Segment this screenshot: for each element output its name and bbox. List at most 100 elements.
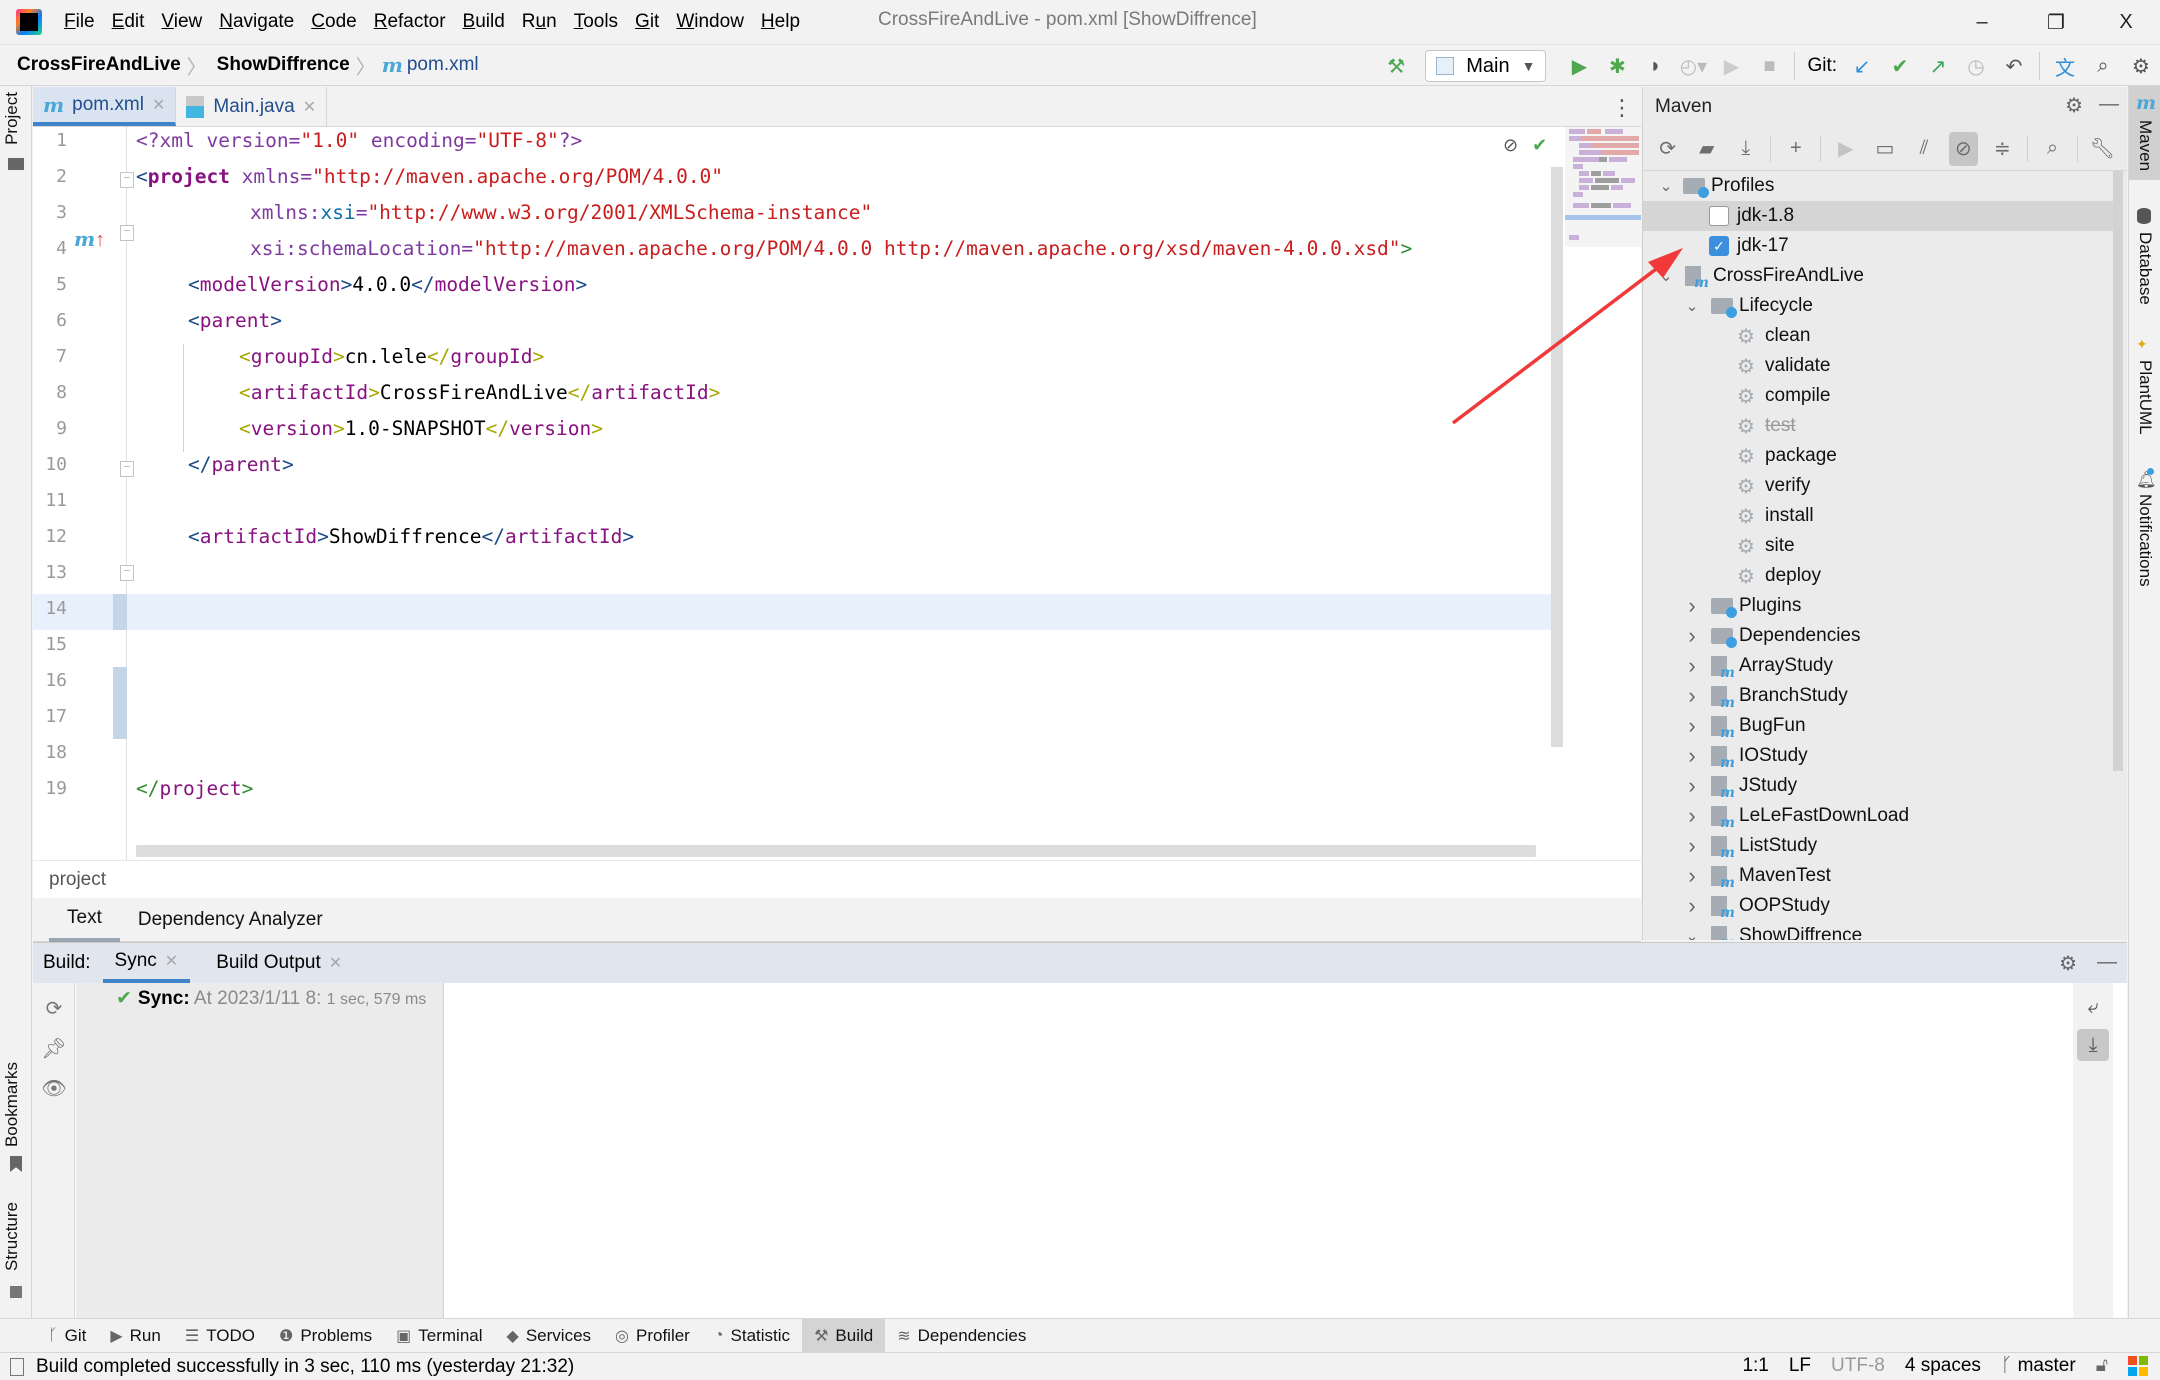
- maven-tree-item[interactable]: › Plugins: [1643, 591, 2113, 621]
- maven-tool-tab[interactable]: Maven: [2135, 120, 2155, 171]
- tab-sync[interactable]: Sync ✕: [102, 943, 191, 983]
- maven-tree-item[interactable]: ⚙ validate: [1643, 351, 2113, 381]
- settings-gear-icon[interactable]: ⚙: [2059, 951, 2077, 976]
- maven-tree-item[interactable]: ⚙ test: [1643, 411, 2113, 441]
- chevron-down-icon[interactable]: ⌄: [1659, 177, 1673, 195]
- git-rollback-icon[interactable]: ↶: [1999, 51, 2029, 81]
- notifications-tool-tab[interactable]: Notifications: [2135, 494, 2155, 587]
- collapse-all-icon[interactable]: ≑: [1988, 132, 2017, 166]
- maven-tree-item[interactable]: ⚙ verify: [1643, 471, 2113, 501]
- chevron-down-icon[interactable]: ⌄: [1659, 267, 1673, 285]
- translate-icon[interactable]: 文: [2050, 51, 2080, 81]
- tab-options-menu-icon[interactable]: ⋮: [1611, 95, 1633, 121]
- maven-tree-item[interactable]: ⚙ site: [1643, 531, 2113, 561]
- maven-tree-item[interactable]: › m BugFun: [1643, 711, 2113, 741]
- inspection-widget[interactable]: ⊘ ✔: [1503, 135, 1547, 156]
- run-with-coverage-icon[interactable]: ◗: [1640, 51, 1670, 81]
- tool-window-button-dependencies[interactable]: ≋ Dependencies: [885, 1319, 1038, 1353]
- structure-breadcrumb[interactable]: project: [33, 860, 1641, 898]
- minimize-button[interactable]: –: [1962, 6, 2002, 38]
- menu-item[interactable]: Navigate: [219, 11, 294, 33]
- scroll-to-end-icon[interactable]: ⤓: [2077, 1029, 2109, 1061]
- structure-tool-tab[interactable]: Structure: [2, 1202, 22, 1271]
- bookmarks-tool-tab[interactable]: Bookmarks: [2, 1062, 22, 1147]
- close-tab-icon[interactable]: ✕: [303, 97, 316, 117]
- chevron-right-icon[interactable]: ›: [1685, 893, 1699, 919]
- menu-item[interactable]: Build: [463, 11, 505, 33]
- hide-panel-icon[interactable]: —: [2097, 951, 2117, 976]
- close-window-button[interactable]: X: [2106, 6, 2146, 38]
- tool-window-button-run[interactable]: ▶ Run: [98, 1319, 173, 1353]
- maven-tree-item[interactable]: ⚙ install: [1643, 501, 2113, 531]
- project-tool-tab[interactable]: Project: [2, 92, 22, 145]
- line-separator[interactable]: LF: [1789, 1355, 1811, 1377]
- git-update-icon[interactable]: ↙: [1847, 51, 1877, 81]
- maven-tree-item[interactable]: ⌄ m CrossFireAndLive: [1643, 261, 2113, 291]
- maven-tree-item[interactable]: ⌄ Profiles: [1643, 171, 2113, 201]
- sync-result-row[interactable]: ✔ Sync: At 2023/1/11 8: 1 sec, 579 ms: [116, 987, 426, 1010]
- search-icon[interactable]: ⌕: [2088, 51, 2118, 81]
- maven-tree-item[interactable]: ✓ jdk-17: [1643, 231, 2113, 261]
- vertical-scrollbar[interactable]: [1551, 167, 1563, 747]
- analyze-dependencies-icon[interactable]: ⌕: [2038, 132, 2067, 166]
- maven-tree-item[interactable]: › m ArrayStudy: [1643, 651, 2113, 681]
- debug-bug-icon[interactable]: ✱: [1602, 51, 1632, 81]
- maven-tree-item[interactable]: ⚙ package: [1643, 441, 2113, 471]
- tool-window-button-terminal[interactable]: ▣ Terminal: [384, 1319, 494, 1353]
- code-minimap[interactable]: [1565, 127, 1641, 247]
- menu-item[interactable]: Tools: [574, 11, 618, 33]
- chevron-right-icon[interactable]: ›: [1685, 623, 1699, 649]
- menu-item[interactable]: Refactor: [374, 11, 446, 33]
- chevron-right-icon[interactable]: ›: [1685, 833, 1699, 859]
- chevron-right-icon[interactable]: ›: [1685, 743, 1699, 769]
- tool-window-button-build[interactable]: ⚒ Build: [802, 1318, 886, 1353]
- tab-main-java[interactable]: Main.java ✕: [176, 87, 328, 126]
- maven-tree-item[interactable]: ⌄ m ShowDiffrence: [1643, 921, 2113, 940]
- tool-window-button-problems[interactable]: ❶ Problems: [267, 1319, 384, 1353]
- hide-panel-icon[interactable]: —: [2099, 93, 2119, 118]
- fold-toggle[interactable]: −: [120, 172, 134, 188]
- maven-tree-item[interactable]: › m JStudy: [1643, 771, 2113, 801]
- profiler-run-icon[interactable]: ◴▾: [1678, 51, 1708, 81]
- vcs-change-marker[interactable]: [113, 594, 127, 630]
- chevron-right-icon[interactable]: ›: [1685, 683, 1699, 709]
- maven-tree-item[interactable]: › m LeLeFastDownLoad: [1643, 801, 2113, 831]
- skip-tests-icon[interactable]: ⊘: [1948, 131, 1978, 166]
- settings-gear-icon[interactable]: ⚙: [2065, 93, 2083, 118]
- plantuml-tool-tab[interactable]: PlantUML: [2135, 360, 2155, 435]
- indent-setting[interactable]: 4 spaces: [1905, 1355, 1981, 1377]
- execute-goal-icon[interactable]: ▭: [1870, 132, 1899, 166]
- maven-tree-item[interactable]: ⚙ compile: [1643, 381, 2113, 411]
- maven-tree-item[interactable]: ⚙ deploy: [1643, 561, 2113, 591]
- maven-settings-wrench-icon[interactable]: 🔧︎: [2088, 132, 2117, 166]
- git-commit-icon[interactable]: ✔: [1885, 51, 1915, 81]
- maven-tree-item[interactable]: › Dependencies: [1643, 621, 2113, 651]
- tab-pom-xml[interactable]: m pom.xml ✕: [33, 87, 177, 126]
- tool-window-button-services[interactable]: ◆ Services: [495, 1319, 604, 1353]
- breadcrumb-module[interactable]: ShowDiffrence: [217, 54, 350, 76]
- resume-icon[interactable]: ▶: [1716, 51, 1746, 81]
- tab-dependency-analyzer[interactable]: Dependency Analyzer: [120, 898, 341, 942]
- close-tab-icon[interactable]: ✕: [329, 953, 342, 973]
- menu-item[interactable]: File: [64, 11, 95, 33]
- tool-window-button-statistic[interactable]: ◔ Statistic: [702, 1319, 802, 1353]
- maven-tree-item[interactable]: ⌄ Lifecycle: [1643, 291, 2113, 321]
- chevron-right-icon[interactable]: ›: [1685, 863, 1699, 889]
- menu-item[interactable]: Git: [635, 11, 659, 33]
- close-tab-icon[interactable]: ✕: [165, 951, 178, 971]
- menu-item[interactable]: Edit: [112, 11, 145, 33]
- caret-position[interactable]: 1:1: [1742, 1355, 1768, 1377]
- maven-tree-item[interactable]: › m MavenTest: [1643, 861, 2113, 891]
- chevron-right-icon[interactable]: ›: [1685, 803, 1699, 829]
- add-maven-project-icon[interactable]: +: [1781, 132, 1810, 166]
- menu-item[interactable]: Code: [311, 11, 356, 33]
- pin-icon[interactable]: 📌︎: [41, 1035, 67, 1061]
- breadcrumb-project[interactable]: CrossFireAndLive: [17, 54, 181, 76]
- horizontal-scrollbar[interactable]: [136, 845, 1536, 857]
- rerun-sync-icon[interactable]: ⟳: [41, 995, 67, 1021]
- git-push-icon[interactable]: ↗: [1923, 51, 1953, 81]
- checkbox-unchecked[interactable]: [1709, 206, 1729, 226]
- hide-inspections-icon[interactable]: ⊘: [1503, 135, 1518, 156]
- tool-window-button-profiler[interactable]: ◎ Profiler: [603, 1319, 702, 1353]
- view-options-eye-icon[interactable]: 👁︎: [41, 1075, 67, 1101]
